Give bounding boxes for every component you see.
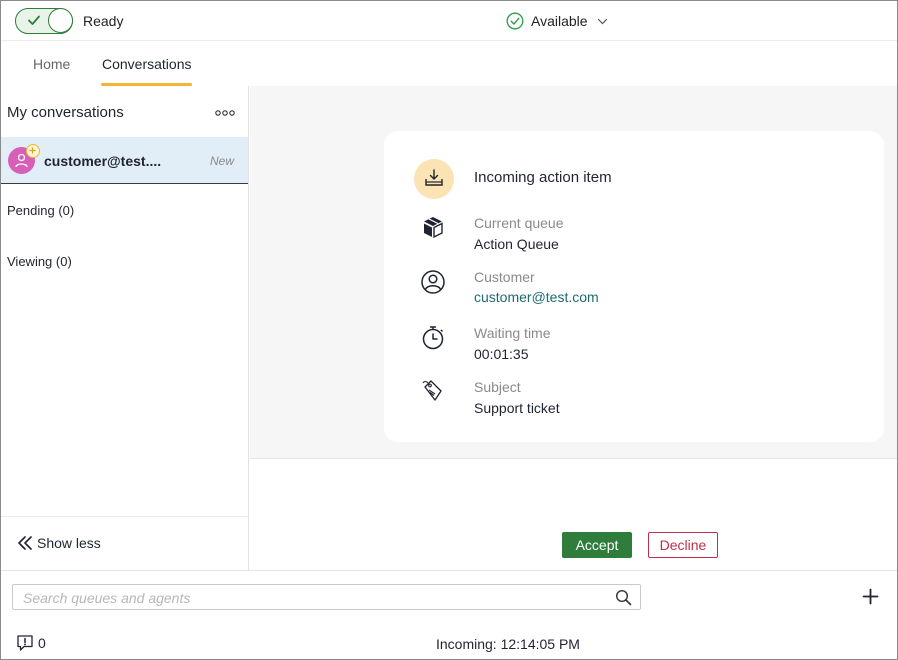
conversation-item[interactable]: customer@test.... New xyxy=(1,137,248,184)
box-icon xyxy=(424,217,443,239)
search-input[interactable] xyxy=(23,589,603,607)
conversations-sidebar: My conversations customer@test.... New P… xyxy=(1,86,249,570)
inbox-download-icon xyxy=(425,169,443,186)
tab-home[interactable]: Home xyxy=(33,56,70,72)
double-chevron-left-icon xyxy=(18,536,32,550)
ready-toggle[interactable] xyxy=(15,8,73,34)
presence-dropdown[interactable]: Available xyxy=(506,12,608,30)
subject-label: Subject xyxy=(474,379,521,395)
tab-bar: Home Conversations xyxy=(1,41,897,86)
app-window: Ready Available Home Conversations My co… xyxy=(0,0,898,660)
waiting-time-value: 00:01:35 xyxy=(474,346,529,362)
check-icon xyxy=(28,15,40,25)
incoming-badge xyxy=(414,159,454,199)
divider xyxy=(1,516,248,517)
alert-message-icon xyxy=(17,635,33,651)
top-bar: Ready Available xyxy=(1,1,897,41)
show-less-label: Show less xyxy=(37,535,101,551)
main-panel: Incoming action item Current queue Actio… xyxy=(250,86,897,459)
plus-icon xyxy=(29,147,36,154)
customer-email-link[interactable]: customer@test.com xyxy=(474,289,599,305)
conversation-new-tag: New xyxy=(209,154,234,168)
incoming-status: Incoming: 12:14:05 PM xyxy=(436,636,580,652)
viewing-section[interactable]: Viewing (0) xyxy=(7,254,72,269)
presence-label: Available xyxy=(531,13,588,29)
sidebar-title: My conversations xyxy=(7,104,124,121)
notification-count: 0 xyxy=(38,635,46,651)
avatar xyxy=(8,144,40,174)
search-box xyxy=(12,584,641,610)
accept-button[interactable]: Accept xyxy=(562,532,632,558)
check-circle-icon xyxy=(506,12,524,30)
show-less-button[interactable]: Show less xyxy=(17,535,101,551)
divider xyxy=(1,570,897,571)
tab-conversations[interactable]: Conversations xyxy=(102,56,192,72)
toggle-knob xyxy=(48,8,73,33)
tag-icon xyxy=(422,380,442,401)
decline-button[interactable]: Decline xyxy=(648,532,718,558)
add-icon[interactable] xyxy=(862,588,879,605)
waiting-time-label: Waiting time xyxy=(474,325,551,341)
user-circle-icon xyxy=(421,270,445,294)
stopwatch-icon xyxy=(422,326,444,350)
customer-label: Customer xyxy=(474,269,535,285)
chevron-down-icon xyxy=(597,18,607,24)
notifications-button[interactable]: 0 xyxy=(16,634,46,652)
search-icon[interactable] xyxy=(615,589,632,606)
incoming-item-card: Incoming action item Current queue Actio… xyxy=(384,131,884,442)
queue-label: Current queue xyxy=(474,215,564,231)
subject-value: Support ticket xyxy=(474,400,560,416)
pending-section[interactable]: Pending (0) xyxy=(7,203,74,218)
more-options-icon[interactable] xyxy=(215,110,235,116)
queue-value: Action Queue xyxy=(474,236,559,252)
new-badge xyxy=(26,144,40,158)
conversation-email: customer@test.... xyxy=(44,153,162,169)
card-title: Incoming action item xyxy=(474,169,612,186)
status-label: Ready xyxy=(83,13,124,29)
